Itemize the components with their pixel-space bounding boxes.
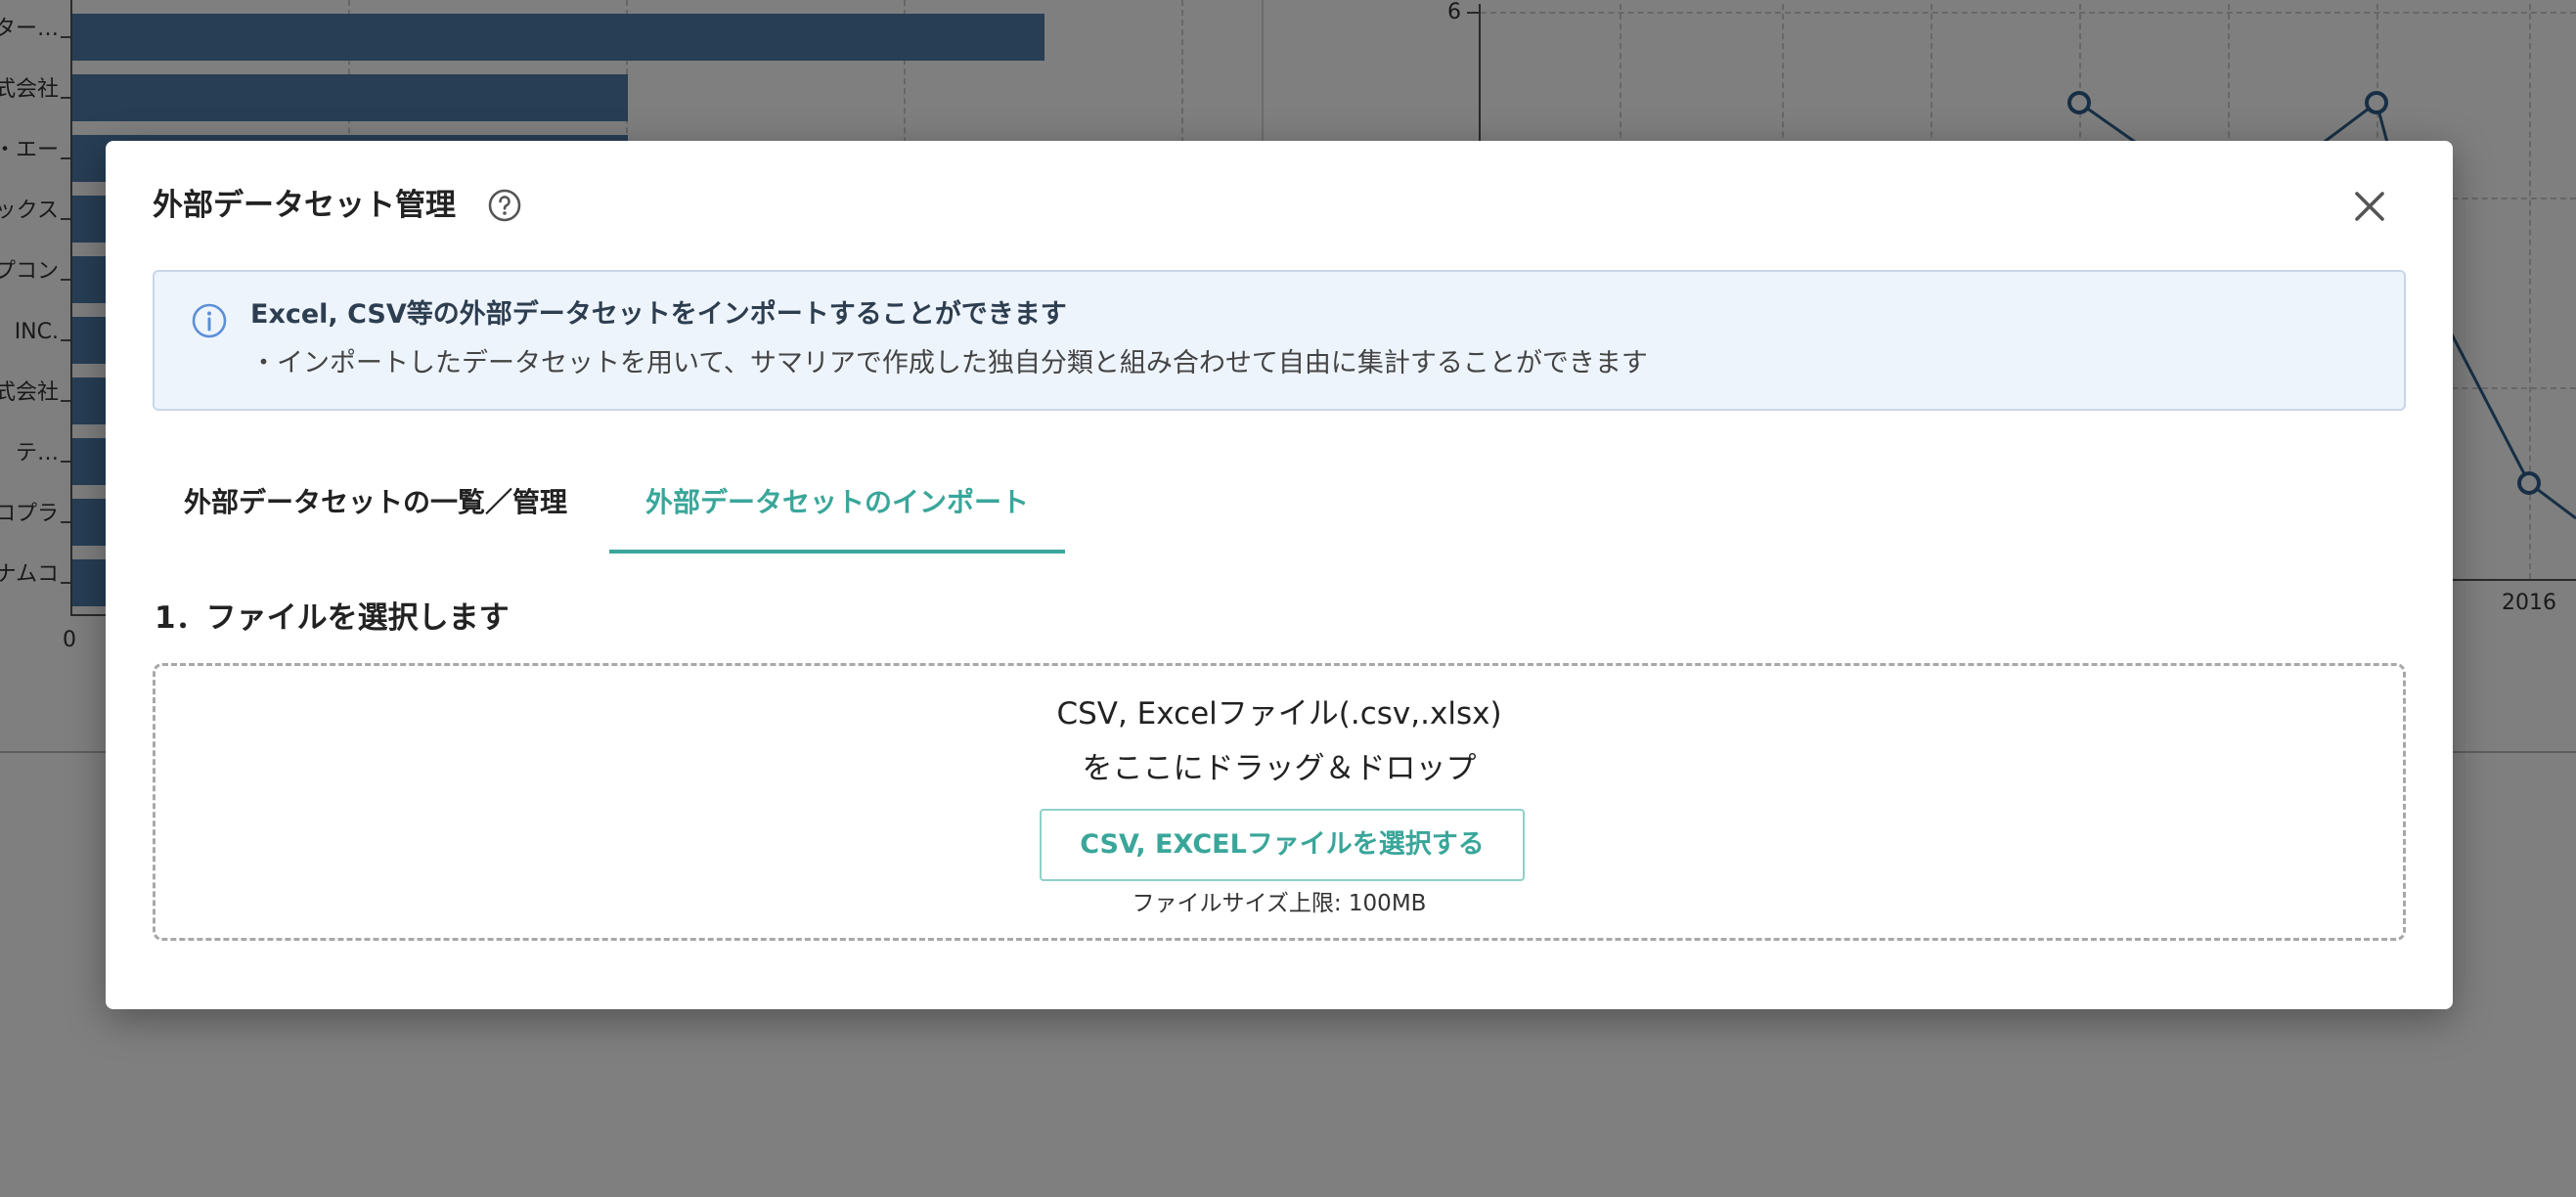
external-dataset-modal: 外部データセット管理 Excel, CSV等の外部データセットをインポートするこ…: [106, 141, 2453, 1009]
info-heading: Excel, CSV等の外部データセットをインポートすることができます: [250, 299, 1067, 330]
file-dropzone[interactable]: CSV, Excelファイル(.csv,.xlsx) をここにドラッグ＆ドロップ…: [153, 663, 2406, 941]
info-body: ・インポートしたデータセットを用いて、サマリアで作成した独自分類と組み合わせて自…: [250, 348, 1648, 378]
screen: ター… 式会社 ・エー ックス プコン INC. 式会社 テ… ロプラ ナムコ …: [0, 0, 2576, 1197]
file-size-limit: ファイルサイズ上限: 100MB: [1132, 891, 1427, 916]
dropzone-instruction-line1: CSV, Excelファイル(.csv,.xlsx): [1056, 696, 1502, 732]
tab-dataset-list[interactable]: 外部データセットの一覧／管理: [153, 462, 599, 554]
question-circle-icon[interactable]: [487, 188, 522, 223]
close-icon: [2355, 192, 2384, 221]
info-circle-icon: [192, 303, 227, 338]
modal-title: 外部データセット管理: [153, 188, 456, 223]
select-file-button[interactable]: CSV, EXCELファイルを選択する: [1040, 809, 1525, 881]
step-title: 1．ファイルを選択します: [155, 600, 510, 636]
close-button[interactable]: [2345, 182, 2394, 231]
dropzone-instruction-line2: をここにドラッグ＆ドロップ: [1082, 751, 1477, 786]
info-alert: Excel, CSV等の外部データセットをインポートすることができます ・インポ…: [153, 270, 2406, 411]
tab-dataset-import[interactable]: 外部データセットのインポート: [609, 462, 1065, 554]
